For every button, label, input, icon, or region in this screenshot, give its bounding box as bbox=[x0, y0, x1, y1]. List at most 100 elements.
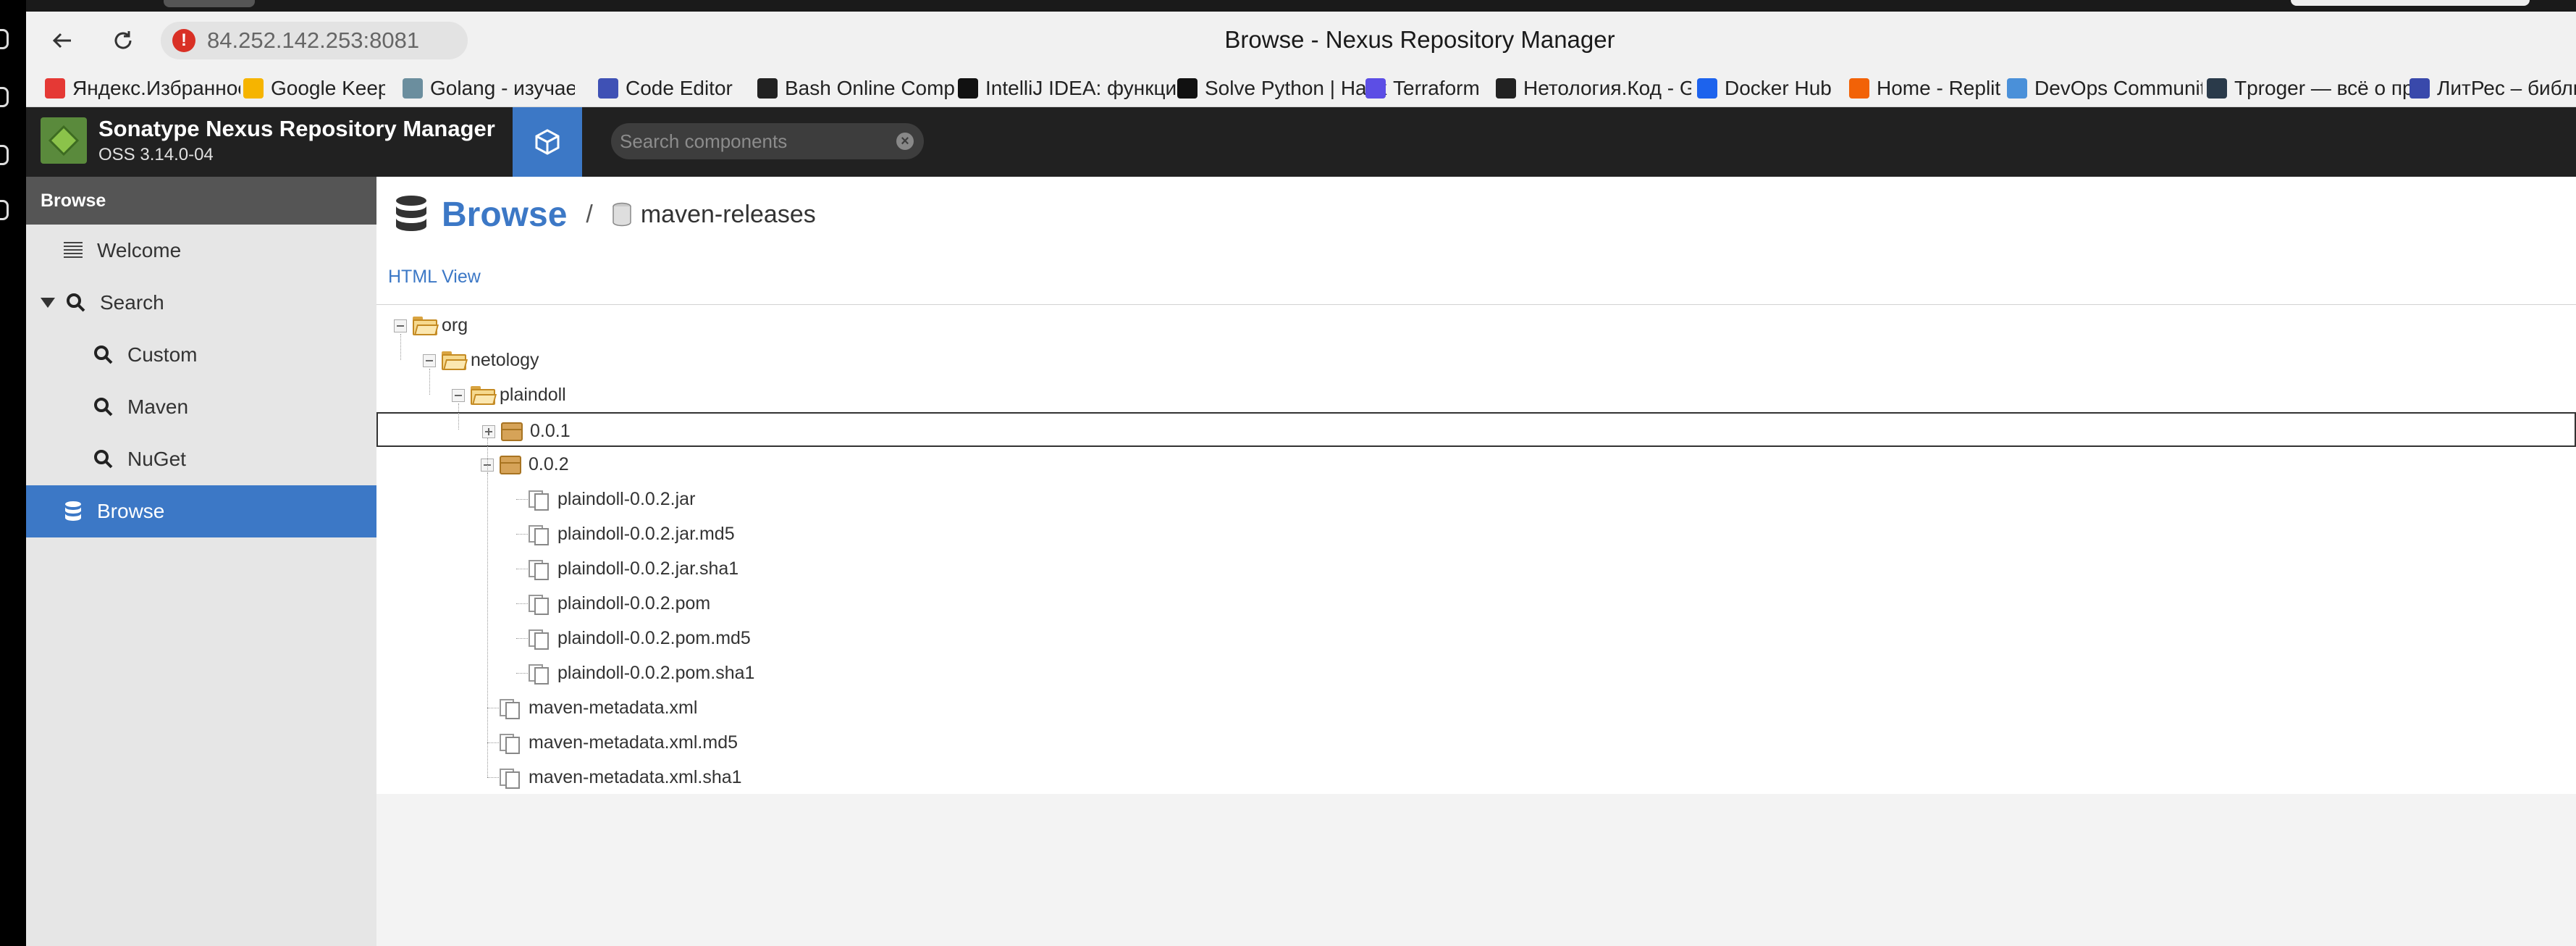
app-header: Sonatype Nexus Repository Manager OSS 3.… bbox=[26, 107, 2576, 177]
collapse-toggle-icon[interactable] bbox=[423, 354, 436, 367]
bookmark-item[interactable]: ЛитРес – библиотека bbox=[2409, 75, 2576, 101]
bookmark-item[interactable]: Golang - изучаем bbox=[403, 75, 575, 101]
dock-icon[interactable] bbox=[0, 145, 9, 165]
app-version: OSS 3.14.0-04 bbox=[98, 145, 214, 164]
tree-node-label: maven-metadata.xml bbox=[529, 698, 698, 718]
file-icon bbox=[529, 525, 550, 545]
search-icon bbox=[93, 448, 114, 470]
tree-node[interactable]: maven-metadata.xml bbox=[376, 690, 2576, 725]
sidebar-item-label: Custom bbox=[127, 343, 198, 366]
tree-node-label: plaindoll-0.0.2.jar bbox=[557, 489, 696, 509]
browser-tab-search[interactable] bbox=[2291, 0, 2530, 6]
tree-node[interactable]: plaindoll-0.0.2.pom.sha1 bbox=[376, 656, 2576, 690]
github-icon bbox=[1496, 78, 1516, 99]
bookmark-label: Golang - изучаем bbox=[430, 77, 575, 99]
bookmark-item[interactable]: DevOps Community bbox=[2007, 75, 2202, 101]
tree-node[interactable]: plaindoll-0.0.2.pom bbox=[376, 586, 2576, 621]
bookmark-item[interactable]: Docker Hub bbox=[1697, 75, 1852, 101]
dock-icon[interactable] bbox=[0, 200, 9, 220]
collapse-toggle-icon[interactable] bbox=[452, 389, 465, 402]
breadcrumb-browse-link[interactable]: Browse bbox=[442, 195, 567, 235]
bash-icon bbox=[757, 78, 778, 99]
tree-node[interactable]: 0.0.2 bbox=[376, 447, 2576, 482]
tree-node-label: plaindoll-0.0.2.jar.sha1 bbox=[557, 558, 739, 579]
nexus-logo-icon[interactable] bbox=[41, 117, 87, 164]
welcome-icon bbox=[62, 240, 84, 261]
folder-open-icon bbox=[413, 317, 439, 335]
search-icon bbox=[65, 292, 87, 314]
tree-node-label: 0.0.2 bbox=[529, 454, 569, 474]
tree-node[interactable]: plaindoll-0.0.2.jar.md5 bbox=[376, 516, 2576, 551]
browser-toolbar: ! 84.252.142.253:8081 Browse - Nexus Rep… bbox=[26, 12, 2576, 70]
tree-node[interactable]: plaindoll-0.0.2.jar.sha1 bbox=[376, 551, 2576, 586]
file-icon bbox=[529, 490, 550, 511]
address-bar[interactable]: ! 84.252.142.253:8081 bbox=[161, 22, 468, 59]
dock-icon[interactable] bbox=[0, 29, 9, 49]
tree-connector bbox=[429, 369, 430, 395]
browse-card: Browse / maven-releases HTML View org net… bbox=[376, 177, 2576, 794]
tree-node[interactable]: plaindoll bbox=[376, 377, 2576, 412]
file-icon bbox=[529, 629, 550, 650]
url-text: 84.252.142.253:8081 bbox=[207, 28, 420, 53]
tree-node[interactable]: 0.0.1 bbox=[376, 412, 2576, 447]
tree-connector bbox=[487, 742, 500, 743]
sidebar-item-custom[interactable]: Custom bbox=[26, 329, 376, 381]
sidebar-item-browse[interactable]: Browse bbox=[26, 485, 376, 537]
file-icon bbox=[500, 734, 521, 754]
collapse-toggle-icon[interactable] bbox=[394, 319, 407, 332]
bookmark-item[interactable]: Нетология.Код - Git bbox=[1496, 75, 1691, 101]
browser-tab[interactable] bbox=[164, 0, 255, 7]
tree-node-label: plaindoll-0.0.2.pom.md5 bbox=[557, 628, 751, 648]
tree-node[interactable]: plaindoll-0.0.2.jar bbox=[376, 482, 2576, 516]
tree-connector bbox=[516, 638, 529, 639]
bookmark-item[interactable]: Bash Online Compiler bbox=[757, 75, 956, 101]
component-search: × bbox=[611, 123, 924, 159]
bookmark-label: Яндекс.Избранное bbox=[72, 77, 240, 99]
expand-toggle-icon[interactable] bbox=[482, 425, 495, 438]
tree-node-label: plaindoll-0.0.2.jar.md5 bbox=[557, 524, 735, 544]
sidebar-item-label: Welcome bbox=[97, 239, 182, 261]
sidebar-item-welcome[interactable]: Welcome bbox=[26, 225, 376, 277]
os-side-strip bbox=[0, 0, 26, 946]
tree-node[interactable]: org bbox=[376, 308, 2576, 343]
bookmark-label: Нетология.Код - Git bbox=[1523, 77, 1691, 99]
folder-open-icon bbox=[442, 351, 468, 370]
tree-connector bbox=[516, 673, 529, 674]
bookmark-item[interactable]: Яндекс.Избранное bbox=[45, 75, 240, 101]
bookmark-item[interactable]: Home - Replit bbox=[1849, 75, 2001, 101]
bookmark-label: Solve Python | HackerRank bbox=[1205, 77, 1387, 99]
dock-icon[interactable] bbox=[0, 87, 9, 107]
sidebar-header: Browse bbox=[26, 177, 376, 225]
tree-node-label: maven-metadata.xml.md5 bbox=[529, 732, 738, 753]
back-button[interactable] bbox=[45, 23, 80, 58]
bookmark-item[interactable]: Google Keep bbox=[243, 75, 385, 101]
reload-button[interactable] bbox=[106, 23, 140, 58]
browse-mode-button[interactable] bbox=[513, 107, 582, 177]
search-input[interactable] bbox=[620, 123, 880, 159]
bookmark-label: Docker Hub bbox=[1725, 77, 1832, 99]
file-icon bbox=[529, 595, 550, 615]
bookmark-item[interactable]: IntelliJ IDEA: функции bbox=[958, 75, 1187, 101]
tree-node[interactable]: maven-metadata.xml.sha1 bbox=[376, 760, 2576, 795]
repository-icon bbox=[613, 202, 631, 227]
bookmark-item[interactable]: Code Editor bbox=[598, 75, 766, 101]
tree-node-label: 0.0.1 bbox=[530, 421, 571, 441]
tproger-icon bbox=[2207, 78, 2227, 99]
bookmark-item[interactable]: Tproger — всё о программировании bbox=[2207, 75, 2424, 101]
sidebar-item-search[interactable]: Search bbox=[26, 277, 376, 329]
keep-icon bbox=[243, 78, 264, 99]
warning-icon[interactable]: ! bbox=[172, 29, 195, 52]
tree-node[interactable]: maven-metadata.xml.md5 bbox=[376, 725, 2576, 760]
clear-search-icon[interactable]: × bbox=[896, 133, 914, 150]
sidebar-item-maven[interactable]: Maven bbox=[26, 381, 376, 433]
bookmark-item[interactable]: Solve Python | HackerRank bbox=[1177, 75, 1387, 101]
tree-node[interactable]: netology bbox=[376, 343, 2576, 377]
html-view-link[interactable]: HTML View bbox=[388, 267, 481, 288]
tree-node[interactable]: plaindoll-0.0.2.pom.md5 bbox=[376, 621, 2576, 656]
chevron-down-icon[interactable] bbox=[41, 298, 55, 308]
sidebar-item-nuget[interactable]: NuGet bbox=[26, 433, 376, 485]
sidebar-item-label: Browse bbox=[97, 500, 165, 522]
bookmark-label: IntelliJ IDEA: функции bbox=[985, 77, 1187, 99]
yandex-icon bbox=[45, 78, 65, 99]
tree-connector bbox=[516, 499, 529, 500]
